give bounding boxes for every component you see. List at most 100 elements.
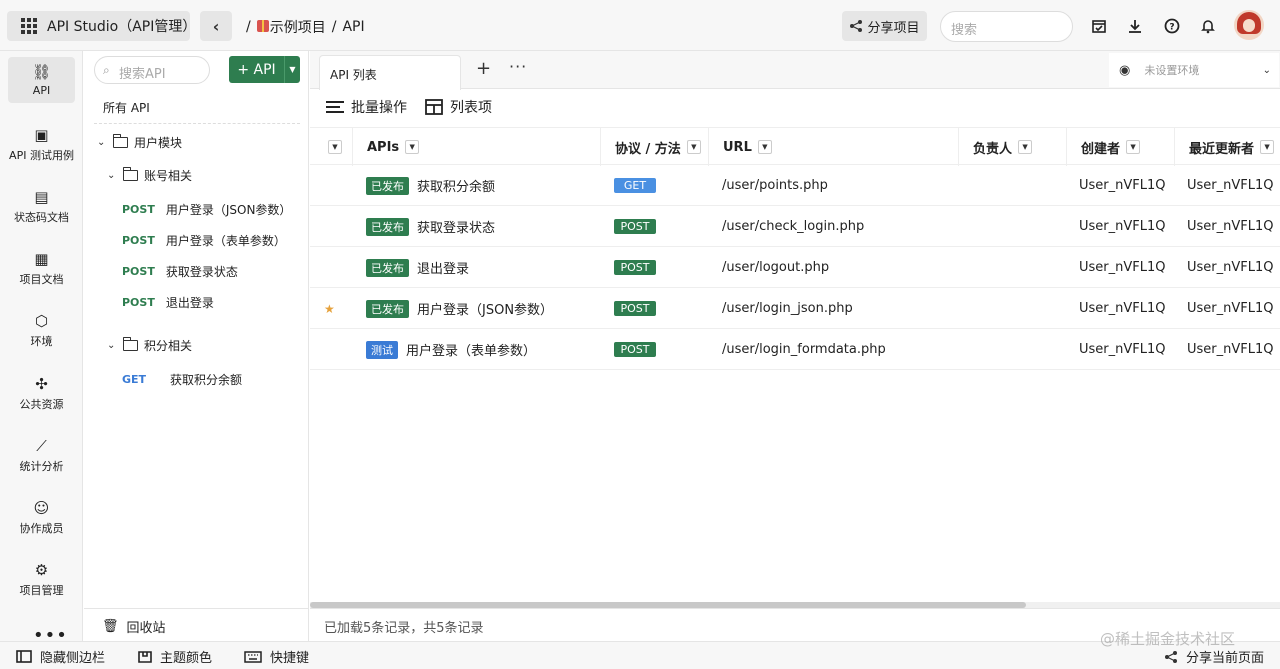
theme-color-button[interactable]: 主题颜色	[138, 647, 212, 666]
method-badge: POST	[614, 219, 656, 234]
table-row[interactable]: 已发布 获取积分余额 GET /user/points.php User_nVFL…	[310, 165, 1280, 206]
tree-api-item[interactable]: POST 获取登录状态	[122, 263, 238, 280]
add-api-button[interactable]: + API ▼	[229, 56, 300, 83]
chart-icon: ⟋	[36, 437, 47, 455]
api-name: 退出登录	[165, 296, 214, 310]
avatar[interactable]	[1234, 10, 1264, 40]
tree-api-item[interactable]: GET 获取积分余额	[122, 371, 242, 388]
share-page-button[interactable]: 分享当前页面	[1164, 647, 1264, 666]
eye-icon[interactable]: ◉	[1119, 63, 1130, 78]
document-icon: ▦	[34, 250, 49, 268]
tree-folder-account[interactable]: ⌄ 账号相关	[107, 167, 192, 184]
back-button[interactable]: ‹	[200, 11, 232, 41]
breadcrumb-sep: /	[331, 19, 337, 35]
status-badge: 已发布	[366, 258, 409, 277]
column-header-apis[interactable]: APIs ▼	[352, 128, 600, 166]
star-icon[interactable]: ★	[324, 288, 335, 329]
tab-api-list[interactable]: API 列表	[319, 55, 461, 90]
caret-down-icon[interactable]: ▼	[1018, 140, 1033, 154]
method-badge: POST	[614, 301, 656, 316]
column-header-owner[interactable]: 负责人 ▼	[958, 128, 1066, 166]
app-switcher-button[interactable]: API Studio（API管理）	[7, 11, 196, 41]
breadcrumb-current: API	[342, 19, 365, 35]
rail-item-project-settings[interactable]: ⚙ 项目管理	[8, 561, 75, 598]
record-count-status: 已加载5条记录，共5条记录	[324, 621, 484, 636]
api-search-input[interactable]: ⌕ 搜索API	[94, 56, 210, 84]
rail-item-resources[interactable]: ✣ 公共资源	[8, 375, 75, 412]
rail-item-status-codes[interactable]: ▤ 状态码文档	[8, 188, 75, 225]
folder-icon	[112, 134, 128, 148]
folder-label: 用户模块	[134, 136, 183, 150]
folder-icon	[122, 167, 138, 181]
api-name: 获取登录状态	[165, 265, 238, 279]
watermark: @稀土掘金技术社区	[1100, 630, 1236, 648]
breadcrumb-project[interactable]: 示例项目	[256, 17, 326, 37]
divider	[94, 123, 300, 124]
api-name: 获取积分余额	[170, 373, 243, 387]
environment-select[interactable]: ◉ 未设置环境 ⌄	[1109, 53, 1279, 87]
more-tabs-button[interactable]: ···	[509, 57, 527, 76]
rail-item-members[interactable]: ☺ 协作成员	[8, 499, 75, 536]
column-header-updater[interactable]: 最近更新者 ▼	[1174, 128, 1280, 166]
rail-label: 协作成员	[19, 522, 64, 535]
method-label: POST	[122, 203, 155, 216]
caret-down-icon[interactable]: ▼	[1126, 140, 1141, 154]
header-label: APIs	[367, 139, 400, 155]
caret-down-icon[interactable]: ▼	[757, 140, 772, 154]
shortcuts-button[interactable]: 快捷键	[244, 647, 309, 666]
trash-icon: 🗑	[102, 619, 119, 634]
api-name: 退出登录	[417, 262, 470, 277]
column-header-url[interactable]: URL ▼	[708, 128, 958, 166]
caret-down-icon[interactable]: ▼	[1260, 140, 1275, 154]
share-project-label: 分享项目	[867, 20, 920, 36]
bell-icon[interactable]	[1198, 16, 1218, 36]
updater-cell: User_nVFL1Q	[1187, 260, 1274, 275]
tree-api-item[interactable]: POST 退出登录	[122, 294, 214, 311]
column-header-method[interactable]: 协议 / 方法 ▼	[600, 128, 708, 166]
tree-api-item[interactable]: POST 用户登录（JSON参数）	[122, 201, 291, 218]
method-badge: GET	[614, 178, 656, 193]
url-cell: /user/points.php	[722, 178, 828, 193]
clipboard-icon: ▣	[34, 126, 49, 144]
column-header-creator[interactable]: 创建者 ▼	[1066, 128, 1174, 166]
rail-item-docs[interactable]: ▦ 项目文档	[8, 250, 75, 287]
folder-label: 账号相关	[144, 169, 193, 183]
download-icon[interactable]	[1125, 16, 1145, 36]
table-header: ▼ APIs ▼ 协议 / 方法 ▼ URL ▼ 负责人 ▼ 创建者 ▼ 最近更新者 ▼	[310, 127, 1280, 166]
table-row[interactable]: 已发布 获取登录状态 POST /user/check_login.php Use…	[310, 206, 1280, 247]
updater-cell: User_nVFL1Q	[1187, 301, 1274, 316]
table-row[interactable]: ★ 已发布 用户登录（JSON参数） POST /user/login_json.…	[310, 288, 1280, 329]
recycle-bin-link[interactable]: 🗑 回收站	[102, 617, 166, 636]
table-icon	[425, 99, 443, 115]
share-project-button[interactable]: 分享项目	[842, 11, 927, 41]
status-badge: 测试	[366, 340, 398, 359]
top-search-input[interactable]: 搜索	[940, 11, 1073, 42]
add-tab-button[interactable]: +	[476, 58, 491, 79]
chevron-down-icon: ⌄	[107, 340, 116, 351]
bottom-bar: 隐藏侧边栏 主题颜色 快捷键 分享当前页面	[0, 641, 1280, 669]
calendar-check-icon[interactable]	[1089, 16, 1109, 36]
table-row[interactable]: 已发布 退出登录 POST /user/logout.php User_nVFL1…	[310, 247, 1280, 288]
header-label: 最近更新者	[1189, 141, 1255, 157]
caret-down-icon[interactable]: ▼	[686, 140, 701, 154]
all-api-link[interactable]: 所有 API	[103, 99, 150, 116]
rail-item-api[interactable]: ⛓ API	[8, 57, 75, 103]
help-icon[interactable]: ?	[1162, 16, 1182, 36]
hide-sidebar-button[interactable]: 隐藏侧边栏	[16, 647, 105, 666]
tree-folder-points[interactable]: ⌄ 积分相关	[107, 337, 192, 354]
select-all-dropdown[interactable]: ▼	[310, 128, 352, 166]
rail-item-stats[interactable]: ⟋ 统计分析	[8, 437, 75, 474]
table-row[interactable]: 测试 用户登录（表单参数） POST /user/login_formdata.p…	[310, 329, 1280, 370]
caret-down-icon[interactable]: ▼	[405, 140, 420, 154]
api-name: 获取登录状态	[417, 221, 496, 236]
rail-item-test-cases[interactable]: ▣ API 测试用例	[8, 126, 75, 163]
caret-down-icon[interactable]: ▼	[284, 56, 300, 83]
tree-api-item[interactable]: POST 用户登录（表单参数）	[122, 232, 286, 249]
column-settings-button[interactable]: 列表项	[425, 97, 492, 117]
batch-operation-button[interactable]: 批量操作	[326, 97, 407, 117]
tab-bar: API 列表 + ··· ◉ 未设置环境 ⌄	[310, 51, 1280, 90]
method-label: POST	[122, 265, 155, 278]
updater-cell: User_nVFL1Q	[1187, 178, 1274, 193]
tree-folder-user-module[interactable]: ⌄ 用户模块	[97, 134, 182, 151]
rail-item-env[interactable]: ⬡ 环境	[8, 312, 75, 349]
